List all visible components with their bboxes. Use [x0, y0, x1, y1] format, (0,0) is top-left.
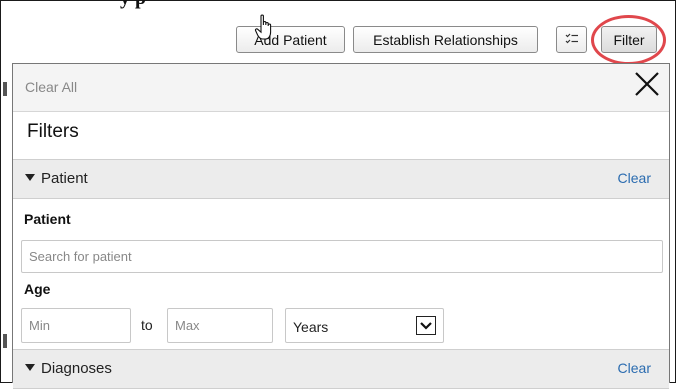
caret-down-icon [25, 364, 35, 371]
patient-clear-link[interactable]: Clear [618, 170, 651, 186]
checklist-icon [565, 32, 579, 48]
chevron-down-icon[interactable] [416, 316, 436, 335]
background-edge-mark [3, 82, 7, 96]
hand-cursor-icon [254, 14, 276, 47]
caret-down-icon [25, 174, 35, 181]
diagnoses-section-header[interactable]: Diagnoses Clear [13, 349, 669, 389]
age-unit-select[interactable]: Years [285, 308, 444, 343]
age-range-separator: to [141, 317, 153, 333]
clipped-header-text: y p [120, 0, 146, 10]
highlight-ring [591, 15, 666, 65]
checklist-button[interactable] [556, 26, 587, 53]
patient-section-header[interactable]: Patient Clear [13, 159, 669, 199]
background-edge-mark [3, 334, 7, 348]
age-label: Age [24, 281, 51, 297]
age-min-input[interactable] [21, 308, 131, 343]
age-unit-value: Years [293, 319, 329, 335]
patient-search-input[interactable] [21, 240, 663, 273]
patient-field-label: Patient [24, 211, 71, 227]
clear-all-link[interactable]: Clear All [25, 79, 77, 95]
section-label: Patient [41, 170, 88, 187]
close-icon[interactable] [634, 71, 660, 97]
diagnoses-clear-link[interactable]: Clear [618, 360, 651, 376]
filter-panel: Clear All Filters Patient Clear Patient … [12, 63, 670, 389]
panel-title: Filters [27, 121, 79, 142]
establish-relationships-button[interactable]: Establish Relationships [353, 26, 538, 53]
add-patient-button[interactable]: Add Patient [236, 26, 345, 53]
panel-top-bar: Clear All [13, 64, 669, 112]
section-label: Diagnoses [41, 360, 112, 377]
age-max-input[interactable] [167, 308, 273, 343]
